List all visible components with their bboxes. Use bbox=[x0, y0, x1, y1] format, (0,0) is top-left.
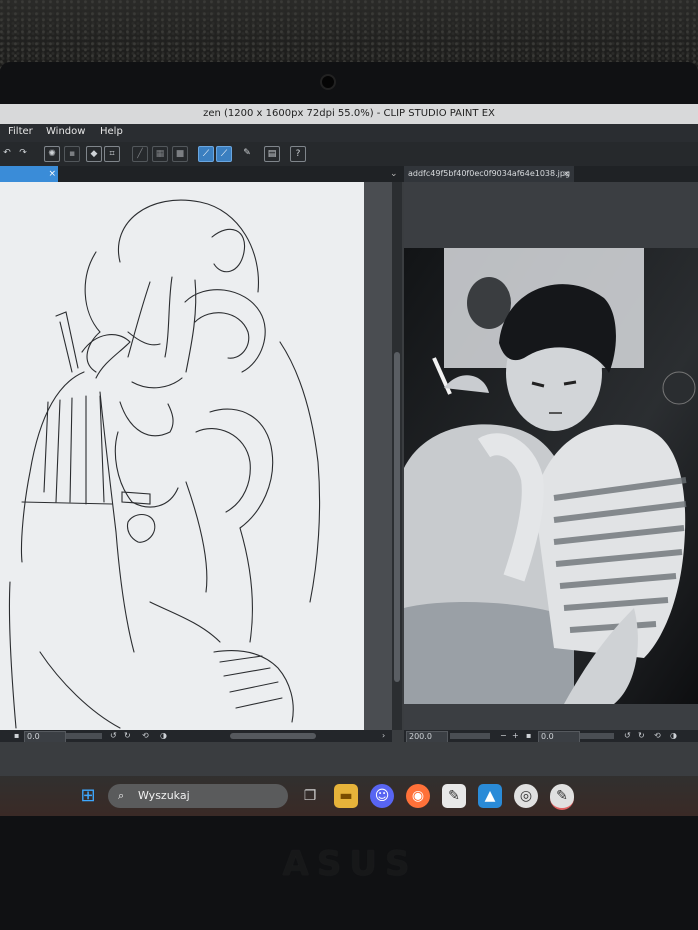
rotate-right-icon[interactable]: ↻ bbox=[638, 730, 645, 742]
laptop-screen: zen (1200 x 1600px 72dpi 55.0%) - CLIP S… bbox=[0, 104, 698, 816]
zoom-slider[interactable] bbox=[450, 733, 490, 739]
windows-start-icon[interactable]: ⊞ bbox=[76, 784, 100, 808]
collar bbox=[119, 401, 174, 437]
horn-outer bbox=[184, 289, 266, 373]
shoulder-right bbox=[209, 408, 274, 529]
forearm-cross bbox=[149, 601, 221, 643]
laptop-top-bezel bbox=[0, 62, 698, 104]
zoom-out-icon[interactable]: − bbox=[500, 730, 507, 742]
frame-icon[interactable]: ■ bbox=[172, 146, 188, 162]
chevron-down-icon[interactable]: ⌄ bbox=[390, 166, 398, 182]
file-explorer-icon[interactable]: ▬ bbox=[334, 784, 358, 808]
menu-bar: Filter Window Help bbox=[0, 124, 698, 142]
menu-filter[interactable]: Filter bbox=[8, 126, 33, 137]
crop-icon[interactable]: ⌗ bbox=[104, 146, 120, 162]
hand-outline bbox=[81, 334, 131, 379]
tab-reference-image[interactable]: addfc49f5bf40f0ec0f9034af64e1038.jpg × bbox=[404, 166, 574, 182]
hair-outline-top bbox=[117, 199, 260, 293]
help-icon[interactable]: ? bbox=[290, 146, 306, 162]
pen-icon[interactable]: ✎ bbox=[240, 146, 254, 160]
rotate-left-icon[interactable]: ↺ bbox=[624, 730, 631, 742]
discord-icon[interactable]: ☺ bbox=[370, 784, 394, 808]
command-bar: ↶ ↷ ✺ ▪ ◆ ⌗ ╱ ▦ ■ ⟋ ⟋ ✎ ▤ ? bbox=[0, 142, 698, 167]
canvas-scrollbar[interactable] bbox=[392, 182, 402, 730]
ruler-icon[interactable]: ╱ bbox=[132, 146, 148, 162]
ear-shape bbox=[211, 228, 246, 273]
close-icon[interactable]: × bbox=[563, 166, 570, 182]
document-tabs: × ⌄ addfc49f5bf40f0ec0f9034af64e1038.jpg… bbox=[0, 166, 698, 182]
line-art-drawing bbox=[8, 199, 321, 729]
redo-icon[interactable]: ↷ bbox=[16, 146, 30, 160]
window-title: zen (1200 x 1600px 72dpi 55.0%) - CLIP S… bbox=[0, 104, 698, 124]
transform-icon[interactable]: ▪ bbox=[64, 146, 80, 162]
screen-gap bbox=[0, 742, 698, 776]
desk-background bbox=[0, 0, 698, 70]
flip-icon[interactable]: ◑ bbox=[160, 730, 167, 742]
canvas-status-bar: ▪ 0.0 ↺ ↻ ⟲ ◑ › bbox=[0, 730, 392, 743]
horizontal-scrollbar[interactable] bbox=[230, 733, 316, 739]
chin-line bbox=[131, 377, 183, 389]
rotate-left-icon[interactable]: ↺ bbox=[110, 730, 117, 742]
torso-left bbox=[99, 391, 135, 653]
firefox-icon[interactable]: ◉ bbox=[406, 784, 430, 808]
reset-rotation-icon[interactable]: ⟲ bbox=[142, 730, 149, 742]
clip-studio-paint-icon[interactable]: ✎ bbox=[550, 784, 574, 810]
task-view-icon[interactable]: ❐ bbox=[298, 784, 322, 808]
search-icon: ⌕ bbox=[118, 789, 125, 802]
tab-reference-label: addfc49f5bf40f0ec0f9034af64e1038.jpg bbox=[408, 169, 571, 178]
status-marker: ▪ bbox=[14, 731, 20, 740]
reset-rotation-icon[interactable]: ⟲ bbox=[654, 730, 661, 742]
emblem bbox=[126, 513, 156, 543]
horn-inner bbox=[194, 312, 250, 359]
laptop-bottom-bezel: ASUS bbox=[0, 816, 698, 930]
tab-zen[interactable]: × bbox=[0, 166, 58, 182]
settings-icon[interactable]: ✺ bbox=[44, 146, 60, 162]
cape-fringe bbox=[43, 395, 105, 505]
zoom-in-icon[interactable]: + bbox=[512, 730, 519, 742]
menu-help[interactable]: Help bbox=[100, 126, 123, 137]
flip-icon[interactable]: ◑ bbox=[670, 730, 677, 742]
cape-right bbox=[279, 341, 321, 603]
layer-icon[interactable]: ▦ bbox=[152, 146, 168, 162]
scroll-right-icon[interactable]: › bbox=[382, 730, 385, 742]
taskbar-search[interactable]: ⌕ Wyszukaj bbox=[108, 784, 288, 808]
rotate-slider[interactable] bbox=[66, 733, 102, 739]
snap-special-icon[interactable]: ⟋ bbox=[216, 146, 232, 162]
windows-taskbar: ⊞ ⌕ Wyszukaj ❐ ▬ ☺ ◉ ✎ ▲ ◎ ✎ bbox=[0, 776, 698, 816]
notepad-icon[interactable]: ✎ bbox=[442, 784, 466, 808]
asus-logo: ASUS bbox=[282, 844, 418, 884]
rotate-right-icon[interactable]: ↻ bbox=[124, 730, 131, 742]
clip-studio-icon[interactable]: ◎ bbox=[514, 784, 538, 808]
chest-armor bbox=[114, 431, 179, 508]
cape-left bbox=[20, 371, 85, 563]
close-icon[interactable]: × bbox=[48, 169, 56, 179]
status-marker: ▪ bbox=[526, 731, 532, 740]
undo-icon[interactable]: ↶ bbox=[0, 146, 14, 160]
scrollbar-thumb[interactable] bbox=[394, 352, 400, 682]
search-placeholder: Wyszukaj bbox=[138, 789, 190, 802]
menu-window[interactable]: Window bbox=[46, 126, 85, 137]
webcam bbox=[320, 74, 336, 90]
book-icon[interactable]: ▤ bbox=[264, 146, 280, 162]
rotate-slider[interactable] bbox=[580, 733, 614, 739]
hair-strands-left bbox=[84, 251, 101, 373]
arm-right bbox=[185, 481, 208, 593]
reference-photo[interactable] bbox=[404, 248, 698, 704]
photos-icon[interactable]: ▲ bbox=[478, 784, 502, 808]
fill-icon[interactable]: ◆ bbox=[86, 146, 102, 162]
reference-status-bar: 200.0 − + ▪ 0.0 ↺ ↻ ⟲ ◑ bbox=[404, 730, 698, 743]
snap-ruler-icon[interactable]: ⟋ bbox=[198, 146, 214, 162]
